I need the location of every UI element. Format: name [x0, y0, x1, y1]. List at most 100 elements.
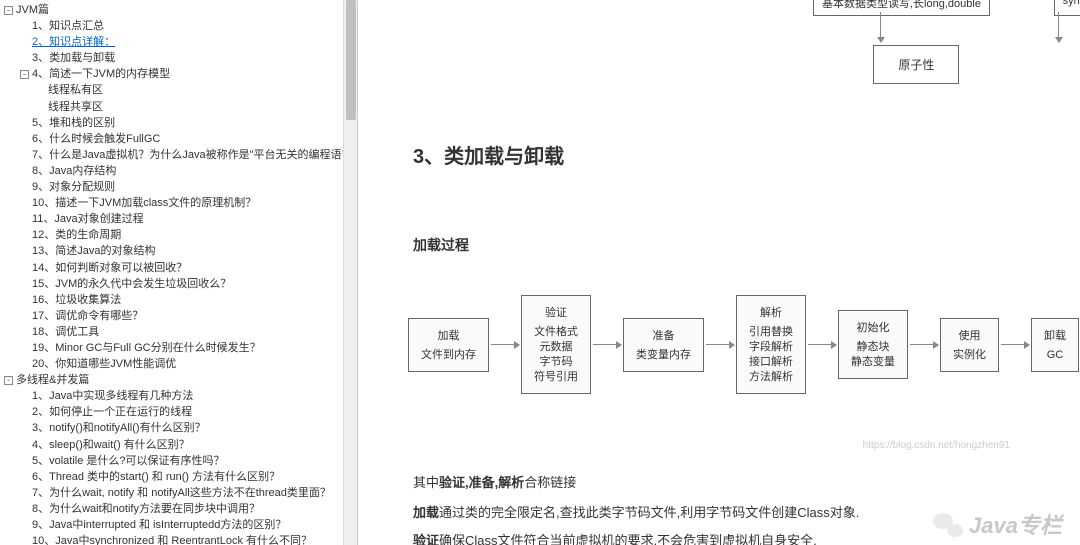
tree-spacer [20, 503, 29, 512]
tree-item[interactable]: 12、类的生命周期 [0, 227, 357, 243]
tree-item[interactable]: 8、为什么wait和notify方法要在同步块中调用？ [0, 501, 357, 517]
flow-box-body: 实例化 [953, 348, 986, 363]
tree-item[interactable]: -4、简述一下JVM的内存模型 [0, 66, 357, 82]
tree-item[interactable]: 8、Java内存结构 [0, 163, 357, 179]
tree-spacer [20, 262, 29, 271]
tree-link[interactable]: 17、调优命令有哪些？ [32, 310, 143, 322]
collapse-icon[interactable]: - [4, 6, 13, 15]
tree-link[interactable]: 线程私有区 [48, 85, 103, 97]
tree-link[interactable]: 1、知识点汇总 [32, 20, 104, 32]
tree-link[interactable]: JVM篇 [16, 4, 49, 16]
tree-link[interactable]: 6、Thread 类中的start() 和 run() 方法有什么区别？ [32, 471, 280, 483]
text-bold: 验证 [413, 533, 439, 545]
tree-item[interactable]: 2、如何停止一个正在运行的线程 [0, 404, 357, 420]
flow-box: 加载文件到内存 [408, 318, 489, 372]
tree-link[interactable]: 7、为什么wait, notify 和 notifyAll这些方法不在threa… [32, 487, 331, 499]
tree-item[interactable]: 19、Minor GC与Full GC分别在什么时候发生？ [0, 340, 357, 356]
tree-item[interactable]: 17、调优命令有哪些？ [0, 308, 357, 324]
tree-link[interactable]: 19、Minor GC与Full GC分别在什么时候发生？ [32, 342, 261, 354]
collapse-icon[interactable]: - [20, 70, 29, 79]
tree-item[interactable]: 13、简述Java的对象结构 [0, 243, 357, 259]
tree-item[interactable]: 线程共享区 [0, 99, 357, 115]
tree-link[interactable]: 18、调优工具 [32, 326, 99, 338]
tree-item[interactable]: 9、Java中interrupted 和 isInterruptedd方法的区别… [0, 517, 357, 533]
tree-item[interactable]: 16、垃圾收集算法 [0, 292, 357, 308]
collapse-icon[interactable]: - [4, 376, 13, 385]
tree-link[interactable]: 1、Java中实现多线程有几种方法 [32, 390, 193, 402]
tree-item[interactable]: 11、Java对象创建过程 [0, 211, 357, 227]
tree-item[interactable]: 3、类加载与卸载 [0, 50, 357, 66]
tree-spacer [20, 117, 29, 126]
tree-spacer [20, 390, 29, 399]
tree-link[interactable]: 10、描述一下JVM加载class文件的原理机制？ [32, 197, 256, 209]
tree-item[interactable]: 7、为什么wait, notify 和 notifyAll这些方法不在threa… [0, 485, 357, 501]
tree-link[interactable]: 12、类的生命周期 [32, 229, 121, 241]
flow-box: 初始化静态块静态变量 [838, 310, 908, 379]
tree-link[interactable]: 3、notify()和notifyAll()有什么区别？ [32, 423, 206, 435]
tree-link[interactable]: 3、类加载与卸载 [32, 52, 115, 64]
tree-link[interactable]: 5、volatile 是什么?可以保证有序性吗？ [32, 455, 225, 467]
arrow-right-icon [808, 344, 836, 345]
tree-item[interactable]: 线程私有区 [0, 82, 357, 98]
tree-spacer [20, 278, 29, 287]
tree-link[interactable]: 多线程&并发篇 [16, 374, 89, 386]
tree-item[interactable]: 4、sleep()和wait() 有什么区别？ [0, 437, 357, 453]
tree-link[interactable]: 2、如何停止一个正在运行的线程 [32, 406, 192, 418]
tree-item[interactable]: 14、如何判断对象可以被回收？ [0, 260, 357, 276]
tree-item[interactable]: 18、调优工具 [0, 324, 357, 340]
diag-box: 原子性 [873, 45, 959, 84]
tree-spacer [36, 101, 45, 110]
tree-link[interactable]: 2、知识点详解： [32, 36, 115, 48]
tree-item[interactable]: 20、你知道哪些JVM性能调优 [0, 356, 357, 372]
scrollbar[interactable] [343, 0, 357, 545]
tree-item[interactable]: 7、什么是Java虚拟机？为什么Java被称作是"平台无关的编程语言"？ [0, 147, 357, 163]
tree-item[interactable]: -多线程&并发篇 [0, 372, 357, 388]
flow-box: 解析引用替换字段解析接口解析方法解析 [736, 295, 806, 394]
scrollbar-thumb[interactable] [346, 0, 356, 120]
text-bold: 加载 [413, 505, 439, 520]
tree-link[interactable]: 9、对象分配规则 [32, 181, 115, 193]
tree-spacer [20, 487, 29, 496]
tree-item[interactable]: 6、什么时候会触发FullGC [0, 131, 357, 147]
tree-item[interactable]: 15、JVM的永久代中会发生垃圾回收么？ [0, 276, 357, 292]
tree-link[interactable]: 16、垃圾收集算法 [32, 294, 121, 306]
tree-item[interactable]: 6、Thread 类中的start() 和 run() 方法有什么区别？ [0, 469, 357, 485]
flow-box: 准备类变量内存 [623, 318, 704, 372]
tree-link[interactable]: 14、如何判断对象可以被回收？ [32, 262, 187, 274]
tree-item[interactable]: 9、对象分配规则 [0, 179, 357, 195]
tree-spacer [20, 422, 29, 431]
tree-link[interactable]: 6、什么时候会触发FullGC [32, 133, 160, 145]
tree-item[interactable]: 5、堆和栈的区别 [0, 115, 357, 131]
tree-item[interactable]: -JVM篇 [0, 2, 357, 18]
tree-spacer [20, 439, 29, 448]
tree-item[interactable]: 10、Java中synchronized 和 ReentrantLock 有什么… [0, 533, 357, 545]
flow-box-header: 使用 [953, 327, 986, 345]
flow-box: 验证文件格式元数据字节码符号引用 [521, 295, 591, 394]
diag-box: 基本数据类型读写,长long,double [813, 0, 990, 16]
tree-link[interactable]: 10、Java中synchronized 和 ReentrantLock 有什么… [32, 535, 312, 545]
flow-box: 卸载GC [1031, 318, 1079, 372]
tree-link[interactable]: 线程共享区 [48, 101, 103, 113]
tree-link[interactable]: 8、为什么wait和notify方法要在同步块中调用？ [32, 503, 260, 515]
tree-link[interactable]: 9、Java中interrupted 和 isInterruptedd方法的区别… [32, 519, 286, 531]
tree-link[interactable]: 8、Java内存结构 [32, 165, 116, 177]
tree-link[interactable]: 15、JVM的永久代中会发生垃圾回收么？ [32, 278, 231, 290]
tree-item[interactable]: 10、描述一下JVM加载class文件的原理机制？ [0, 195, 357, 211]
tree-item[interactable]: 1、知识点汇总 [0, 18, 357, 34]
tree-item[interactable]: 2、知识点详解： [0, 34, 357, 50]
sidebar-nav: -JVM篇1、知识点汇总2、知识点详解：3、类加载与卸载-4、简述一下JVM的内… [0, 0, 358, 545]
tree-link[interactable]: 4、sleep()和wait() 有什么区别？ [32, 439, 190, 451]
tree-link[interactable]: 4、简述一下JVM的内存模型 [32, 68, 170, 80]
tree-link[interactable]: 13、简述Java的对象结构 [32, 246, 155, 258]
tree-item[interactable]: 5、volatile 是什么?可以保证有序性吗？ [0, 453, 357, 469]
tree-link[interactable]: 11、Java对象创建过程 [32, 213, 144, 225]
tree-spacer [20, 471, 29, 480]
flow-diagram: 加载文件到内存验证文件格式元数据字节码符号引用准备类变量内存解析引用替换字段解析… [408, 295, 1079, 394]
tree-item[interactable]: 1、Java中实现多线程有几种方法 [0, 388, 357, 404]
tree-link[interactable]: 20、你知道哪些JVM性能调优 [32, 358, 176, 370]
flow-box-body: 文件到内存 [421, 348, 476, 363]
tree-item[interactable]: 3、notify()和notifyAll()有什么区别？ [0, 420, 357, 436]
tree-link[interactable]: 5、堆和栈的区别 [32, 117, 115, 129]
tree-spacer [20, 342, 29, 351]
tree-link[interactable]: 7、什么是Java虚拟机？为什么Java被称作是"平台无关的编程语言"？ [32, 149, 358, 161]
